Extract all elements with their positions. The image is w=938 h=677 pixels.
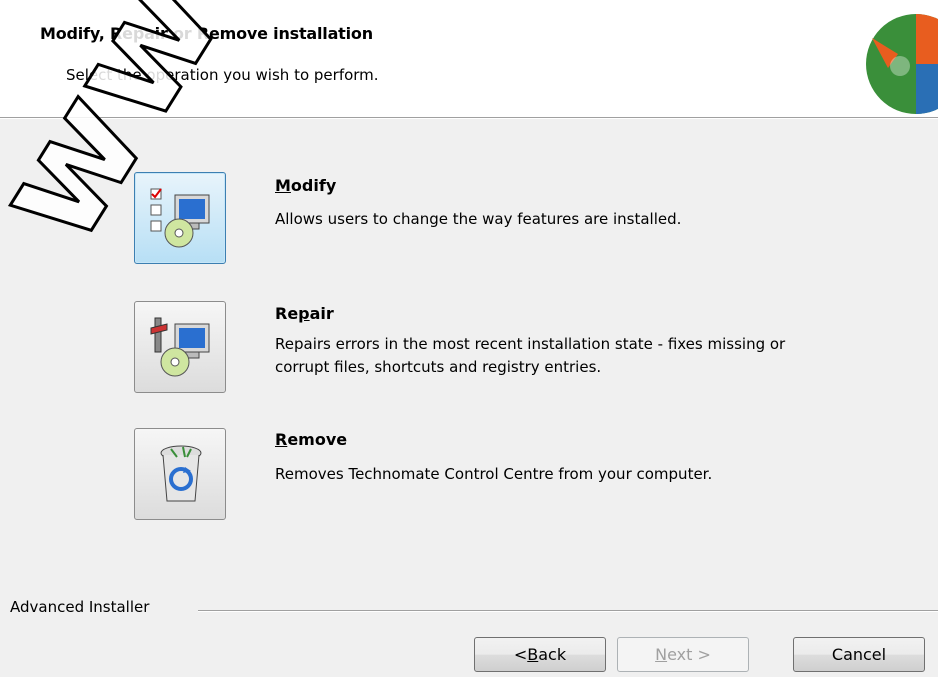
repair-button[interactable] [134, 301, 226, 393]
remove-title: Remove [275, 430, 348, 449]
header-divider [0, 117, 938, 119]
next-button[interactable]: Next > [617, 637, 749, 672]
repair-description: Repairs errors in the most recent instal… [275, 335, 786, 376]
advanced-installer-label: Advanced Installer [10, 598, 154, 616]
header-subtitle: Select the operation you wish to perform… [66, 66, 379, 84]
footer-divider [198, 610, 938, 612]
repair-computer-cd-icon [150, 317, 210, 377]
recycle-bin-icon [160, 445, 202, 502]
installer-puzzle-icon [858, 8, 938, 116]
repair-title: Repair [275, 304, 334, 323]
modify-title: Modify [275, 176, 337, 195]
modify-description: Allows users to change the way features … [275, 210, 682, 228]
modify-computer-cd-icon [150, 188, 210, 248]
header-title: Modify, Repair or Remove installation [40, 24, 373, 43]
header-banner: Modify, Repair or Remove installation Se… [0, 0, 938, 117]
modify-button[interactable] [134, 172, 226, 264]
cancel-button[interactable]: Cancel [793, 637, 925, 672]
remove-description: Removes Technomate Control Centre from y… [275, 465, 713, 483]
back-button[interactable]: < Back [474, 637, 606, 672]
remove-button[interactable] [134, 428, 226, 520]
